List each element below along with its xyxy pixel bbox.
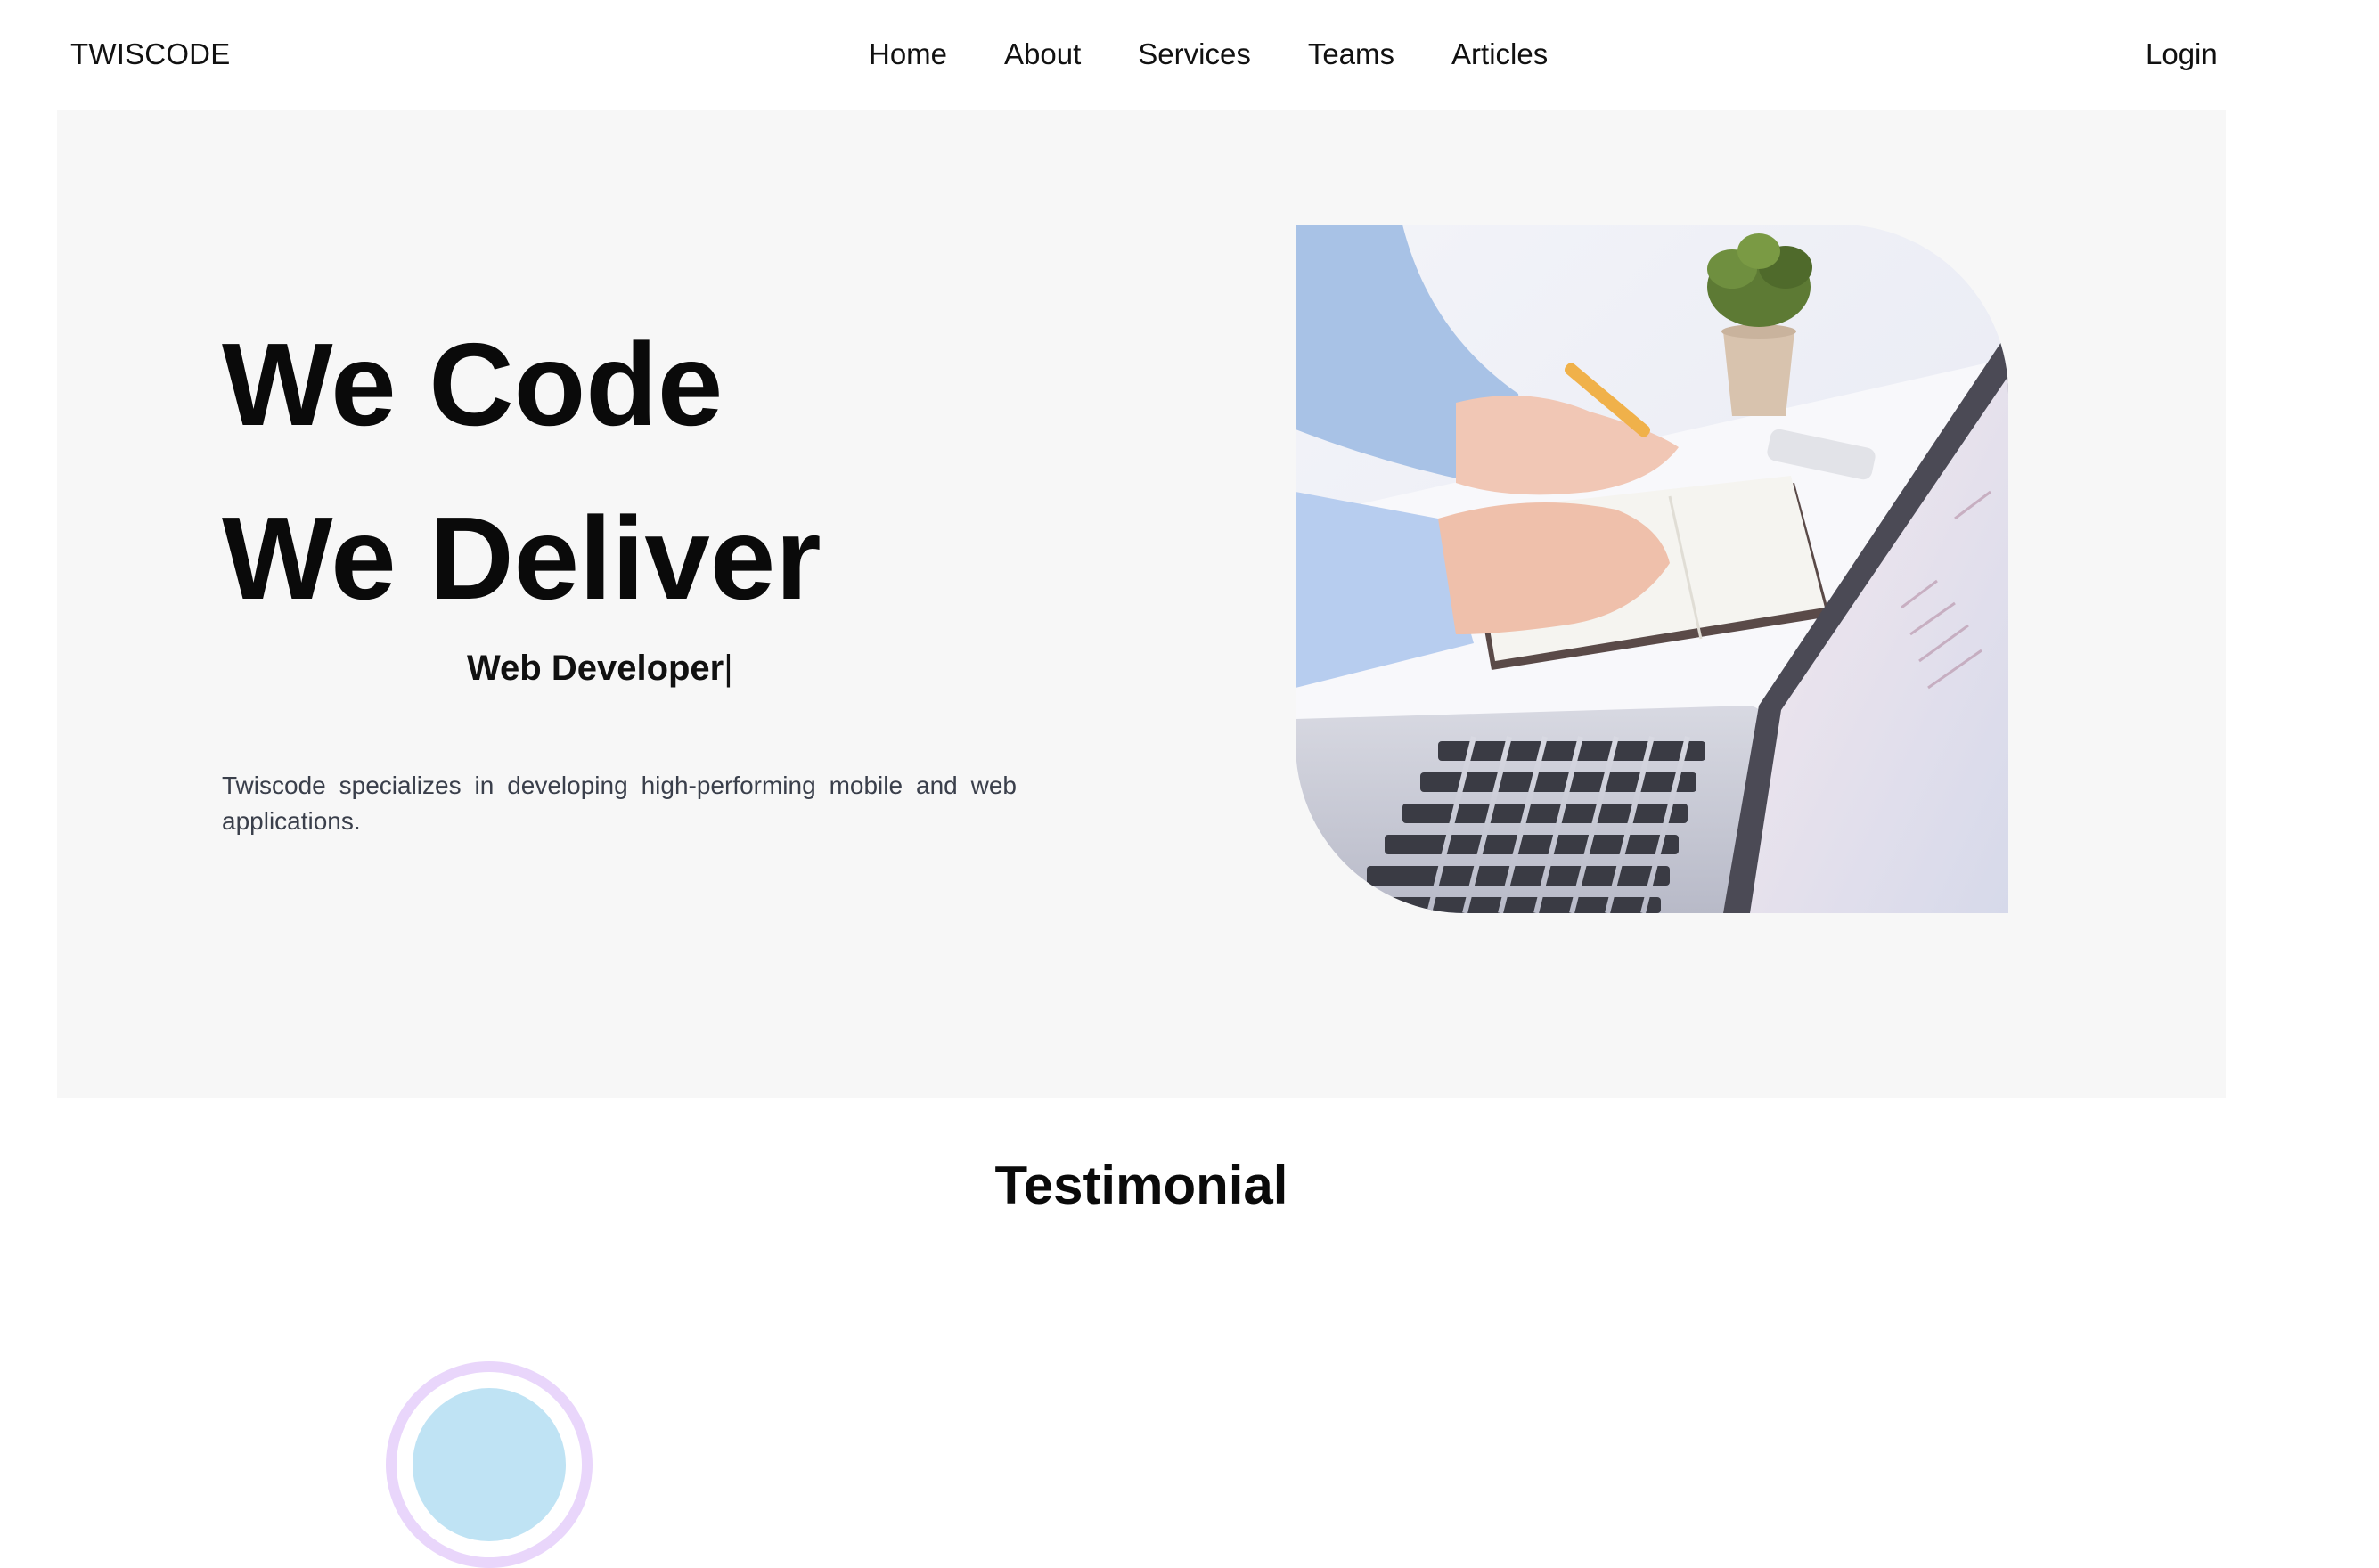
login-link[interactable]: Login (2146, 37, 2218, 71)
hero-headline-line-2: We Deliver (222, 493, 822, 624)
hero-headline-line-1: We Code (222, 319, 724, 450)
typed-role-text: Web Developer| (467, 649, 733, 689)
main-nav: Home About Services Teams Articles (869, 37, 1605, 71)
nav-link-home[interactable]: Home (869, 37, 947, 71)
brand-logo[interactable]: TWISCODE (70, 37, 230, 71)
testimonial-heading: Testimonial (994, 1156, 1288, 1215)
hero-description: Twiscode specializes in developing high-… (222, 772, 1017, 835)
top-navbar: TWISCODE Home About Services Teams Artic… (0, 0, 2379, 110)
nav-link-teams[interactable]: Teams (1308, 37, 1394, 71)
nav-link-articles[interactable]: Articles (1451, 37, 1548, 71)
typing-cursor: | (724, 649, 733, 688)
laptop-workspace-photo (1296, 225, 2008, 913)
avatar-photo (413, 1388, 566, 1541)
nav-link-about[interactable]: About (1004, 37, 1081, 71)
workspace-illustration (1296, 225, 2008, 913)
nav-link-services[interactable]: Services (1138, 37, 1251, 71)
hero-section: We Code We Deliver Web Developer| Twisco… (57, 110, 2226, 1098)
typed-role-label: Web Developer (467, 649, 724, 688)
avatar-icon (386, 1361, 593, 1568)
